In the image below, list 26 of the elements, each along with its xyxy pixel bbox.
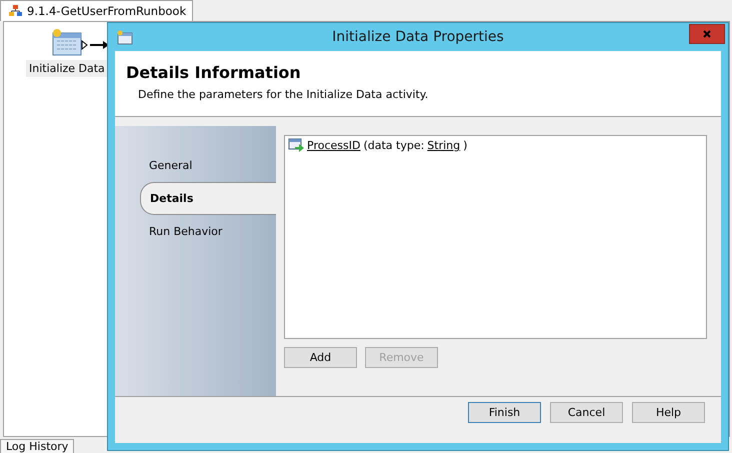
data-type-label: (data type: (363, 139, 424, 152)
dialog-button[interactable]: Help (632, 402, 705, 423)
log-history-tab[interactable]: Log History (0, 439, 74, 453)
nav-tab[interactable]: Details (140, 182, 276, 215)
activity-label: Initialize Data (26, 60, 108, 77)
list-button[interactable]: Add (284, 347, 357, 368)
close-button[interactable] (689, 24, 725, 44)
data-type-link[interactable]: String (427, 139, 460, 152)
closing-paren: ) (463, 139, 468, 152)
document-title: 9.1.4-GetUserFromRunbook (27, 4, 186, 18)
parameter-name-link[interactable]: ProcessID (307, 139, 360, 152)
data-table-icon[interactable] (50, 28, 83, 56)
connector-arrow (81, 40, 109, 50)
header-description: Define the parameters for the Initialize Data activity. (137, 88, 430, 101)
close-icon (703, 30, 711, 38)
document-tab[interactable]: 9.1.4-GetUserFromRunbook (0, 0, 194, 21)
parameter-icon (288, 138, 304, 153)
parameter-list[interactable]: ProcessID (data type: String ) (284, 135, 707, 339)
data-table-icon (117, 30, 133, 44)
nav-tab[interactable]: General (115, 149, 276, 182)
window-title: Initialize Data Properties (331, 29, 505, 45)
dialog-button[interactable]: Finish (468, 402, 541, 423)
runbook-icon (9, 5, 22, 17)
dialog-button[interactable]: Cancel (550, 402, 623, 423)
header-title: Details Information (126, 63, 302, 82)
nav-tab[interactable]: Run Behavior (115, 215, 276, 248)
